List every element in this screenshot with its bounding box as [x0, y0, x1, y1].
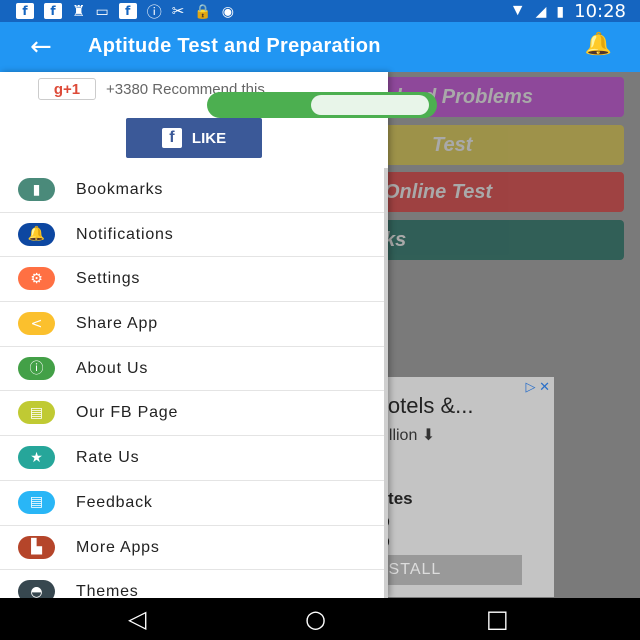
app-bar: ← Aptitude Test and Preparation 🔔 — [0, 22, 640, 72]
menu-item-label: About Us — [76, 359, 149, 377]
menu-item-label: Feedback — [76, 493, 153, 511]
menu-item-label: Our FB Page — [76, 404, 179, 422]
menu-item-label: More Apps — [76, 538, 160, 556]
wifi-icon: ▼ — [509, 2, 526, 19]
facebook-like-button[interactable]: f LIKE — [126, 118, 262, 158]
info-icon: ⓘ — [146, 3, 162, 21]
menu-item-share-app[interactable]: < Share App — [0, 302, 384, 347]
system-nav-bar: ◁ ○ □ — [0, 598, 640, 640]
menu-item-label: Share App — [76, 315, 158, 333]
feedback-icon: ▤ — [18, 490, 55, 514]
share-icon: < — [18, 312, 55, 336]
menu-item-bookmarks[interactable]: ▮ Bookmarks — [0, 168, 384, 213]
signal-icon: ◢ — [535, 2, 547, 19]
test-button: Test — [388, 125, 624, 165]
drawer-menu: ▮ Bookmarks 🔔 Notifications ⚙ Settings <… — [0, 168, 384, 598]
ad-subtitle: million ⬇ — [388, 427, 436, 444]
ad-line: pp — [388, 533, 390, 551]
info-icon: ⓘ — [18, 356, 55, 380]
ad-install-button: NSTALL — [388, 555, 522, 585]
pages-icon: ▤ — [18, 401, 55, 425]
app-title: Aptitude Test and Preparation — [88, 35, 381, 57]
ad-close-icon: ▷ ✕ — [525, 379, 550, 394]
ad-banner: ▷ ✕ Hotels &... million ⬇ Sites pp pp NS… — [388, 377, 554, 597]
menu-item-label: Rate Us — [76, 449, 140, 467]
palette-icon: ◓ — [18, 580, 55, 598]
facebook-icon: f — [16, 3, 34, 19]
online-test-button: Online Test — [388, 172, 624, 212]
menu-item-label: Settings — [76, 270, 141, 288]
menu-item-notifications[interactable]: 🔔 Notifications — [0, 213, 384, 258]
ad-sites: Sites — [388, 489, 413, 508]
bell-icon: 🔔 — [18, 222, 55, 246]
nav-back-icon[interactable]: ◁ — [128, 605, 146, 633]
card-icon: ▭ — [95, 2, 109, 19]
ad-line: pp — [388, 513, 390, 531]
menu-item-settings[interactable]: ⚙ Settings — [0, 257, 384, 303]
back-arrow-icon[interactable]: ← — [30, 32, 52, 62]
like-label: LIKE — [191, 129, 227, 147]
facebook-icon: f — [161, 128, 182, 148]
background-content: olved Problems Test Online Test ks ▷ ✕ H… — [388, 72, 640, 598]
clock: 10:28 — [574, 0, 626, 22]
menu-item-feedback[interactable]: ▤ Feedback — [0, 481, 384, 526]
drawer-scrollbar[interactable] — [384, 168, 388, 598]
navigation-drawer: g+1 +3380 Recommend this f LIKE ▮ Bookma… — [0, 72, 388, 598]
menu-item-themes[interactable]: ◓ Themes — [0, 570, 384, 598]
bell-icon[interactable]: 🔔 — [585, 32, 612, 57]
sync-icon: ✂ — [171, 3, 185, 20]
lock-icon: 🔒 — [194, 2, 212, 19]
facebook-icon: f — [44, 3, 62, 19]
battery-icon: ▮ — [556, 2, 565, 19]
status-bar: f f ♜ ▭ f ⓘ ✂ 🔒 ◉ ▼ ◢ ▮ 10:28 — [0, 0, 640, 22]
ad-title: Hotels &... — [388, 393, 474, 418]
bookmark-icon: ▮ — [18, 178, 55, 201]
nav-recents-icon[interactable]: □ — [486, 605, 509, 633]
nav-home-icon[interactable]: ○ — [305, 605, 326, 633]
menu-item-more-apps[interactable]: ▙ More Apps — [0, 526, 384, 571]
apps-icon: ▙ — [18, 535, 55, 559]
toggle-knob[interactable] — [311, 95, 429, 115]
android-icon: ◉ — [221, 2, 234, 19]
notification-icons: f f ♜ ▭ f ⓘ ✂ 🔒 ◉ — [0, 1, 234, 22]
chess-icon: ♜ — [72, 3, 86, 20]
toggle-switch[interactable] — [207, 92, 437, 118]
menu-item-our-fb-page[interactable]: ▤ Our FB Page — [0, 391, 384, 437]
menu-item-about-us[interactable]: ⓘ About Us — [0, 347, 384, 392]
menu-item-label: Bookmarks — [76, 181, 164, 198]
menu-item-label: Notifications — [76, 225, 174, 243]
bookmarks-button: ks — [388, 220, 624, 260]
google-plus-button[interactable]: g+1 — [38, 78, 96, 100]
menu-item-rate-us[interactable]: ★ Rate Us — [0, 436, 384, 481]
menu-item-label: Themes — [76, 583, 139, 598]
facebook-icon: f — [118, 3, 137, 19]
star-icon: ★ — [18, 446, 55, 470]
gear-icon: ⚙ — [18, 267, 55, 291]
